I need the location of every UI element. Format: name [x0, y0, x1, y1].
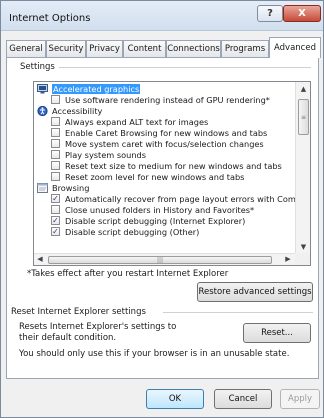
- window-title: Internet Options: [9, 13, 91, 24]
- row-label: Close unused folders in History and Favo…: [65, 204, 255, 215]
- row-label: Accelerated graphics: [52, 83, 141, 94]
- cancel-button[interactable]: Cancel: [214, 389, 272, 409]
- tab-content[interactable]: Content: [123, 40, 166, 57]
- settings-group-label: Settings: [20, 62, 55, 72]
- checkbox[interactable]: [51, 161, 60, 170]
- scrollbar-corner: [295, 253, 310, 265]
- checkbox-checked[interactable]: ✓: [51, 216, 60, 225]
- restore-advanced-settings-button[interactable]: Restore advanced settings: [197, 282, 313, 302]
- setting-checkbox-row[interactable]: ✓ Disable script debugging (Internet Exp…: [51, 215, 245, 226]
- setting-checkbox-row[interactable]: ✓ Automatically recover from page layout…: [51, 193, 296, 204]
- apply-button[interactable]: Apply: [280, 389, 320, 409]
- tab-programs[interactable]: Programs: [221, 40, 269, 57]
- checkbox[interactable]: [51, 139, 60, 148]
- tab-security[interactable]: Security: [46, 40, 86, 57]
- tab-privacy[interactable]: Privacy: [86, 40, 123, 57]
- row-label: Enable Caret Browsing for new windows an…: [65, 127, 268, 138]
- row-label: Play system sounds: [65, 149, 146, 160]
- internet-options-window: Internet Options ? X General Security Pr…: [0, 0, 324, 418]
- reset-description: Resets Internet Explorer's settings to t…: [19, 322, 177, 343]
- tab-general[interactable]: General: [6, 40, 46, 57]
- row-label: Automatically recover from page layout e…: [65, 193, 296, 204]
- tab-advanced[interactable]: Advanced: [269, 37, 321, 58]
- scroll-left-icon[interactable]: ◀: [34, 253, 46, 265]
- horizontal-scrollbar[interactable]: ◀ ||| ▶: [34, 253, 296, 265]
- checkbox[interactable]: [51, 95, 60, 104]
- settings-divider: [59, 67, 311, 68]
- row-label: Use software rendering instead of GPU re…: [65, 94, 270, 105]
- accessibility-icon: [37, 105, 48, 116]
- checkbox-checked[interactable]: ✓: [51, 194, 60, 203]
- reset-button[interactable]: Reset...: [243, 323, 311, 343]
- advanced-panel: Settings Accelerated graphics Use softwa…: [6, 57, 319, 379]
- row-label: Move system caret with focus/selection c…: [65, 138, 264, 149]
- row-label: Disable script debugging (Internet Explo…: [65, 215, 246, 226]
- restart-note: *Takes effect after you restart Internet…: [27, 269, 229, 279]
- setting-checkbox-row[interactable]: Reset text size to medium for new window…: [51, 160, 282, 171]
- reset-warning: You should only use this if your browser…: [19, 349, 290, 359]
- setting-checkbox-row[interactable]: Play system sounds: [51, 149, 146, 160]
- vertical-scrollbar[interactable]: ▲ ≡ ▼: [295, 82, 310, 254]
- row-label: Accessibility: [52, 105, 103, 116]
- setting-checkbox-row[interactable]: Close unused folders in History and Favo…: [51, 204, 254, 215]
- settings-tree[interactable]: Accelerated graphics Use software render…: [33, 81, 311, 266]
- row-label: Disable script debugging (Other): [65, 226, 200, 237]
- checkbox[interactable]: [51, 205, 60, 214]
- category-accelerated-graphics[interactable]: Accelerated graphics: [37, 83, 141, 94]
- setting-checkbox-row[interactable]: Reset zoom level for new windows and tab…: [51, 171, 244, 182]
- checkbox[interactable]: [51, 117, 60, 126]
- category-browsing[interactable]: Browsing: [37, 182, 89, 193]
- checkbox[interactable]: [51, 150, 60, 159]
- horizontal-scroll-thumb[interactable]: |||: [48, 256, 272, 264]
- scroll-thumb[interactable]: ≡: [298, 99, 309, 135]
- row-label: Always expand ALT text for images: [65, 116, 209, 127]
- setting-checkbox-row[interactable]: Move system caret with focus/selection c…: [51, 138, 264, 149]
- row-label: Browsing: [52, 182, 90, 193]
- reset-group-label: Reset Internet Explorer settings: [11, 307, 146, 317]
- setting-checkbox-row[interactable]: ✓ Disable script debugging (Other): [51, 226, 199, 237]
- scroll-up-icon[interactable]: ▲: [296, 82, 310, 96]
- help-button[interactable]: ?: [257, 5, 283, 22]
- tab-connections[interactable]: Connections: [166, 40, 221, 57]
- setting-checkbox-row[interactable]: Enable Caret Browsing for new windows an…: [51, 127, 267, 138]
- scroll-right-icon[interactable]: ▶: [282, 253, 294, 265]
- monitor-icon: [37, 83, 48, 93]
- setting-checkbox-row[interactable]: Always expand ALT text for images: [51, 116, 208, 127]
- category-accessibility[interactable]: Accessibility: [37, 105, 102, 116]
- checkbox[interactable]: [51, 128, 60, 137]
- checkbox-checked[interactable]: ✓: [51, 227, 60, 236]
- ok-button[interactable]: OK: [146, 389, 204, 409]
- row-label: Reset text size to medium for new window…: [65, 160, 282, 171]
- reset-divider: [163, 312, 313, 313]
- close-button[interactable]: X: [283, 5, 321, 22]
- title-bar[interactable]: Internet Options ? X: [1, 1, 323, 31]
- browsing-icon: [37, 182, 48, 193]
- scroll-down-icon[interactable]: ▼: [296, 240, 310, 254]
- checkbox[interactable]: [51, 172, 60, 181]
- setting-checkbox-row[interactable]: Use software rendering instead of GPU re…: [51, 94, 270, 105]
- row-label: Reset zoom level for new windows and tab…: [65, 171, 245, 182]
